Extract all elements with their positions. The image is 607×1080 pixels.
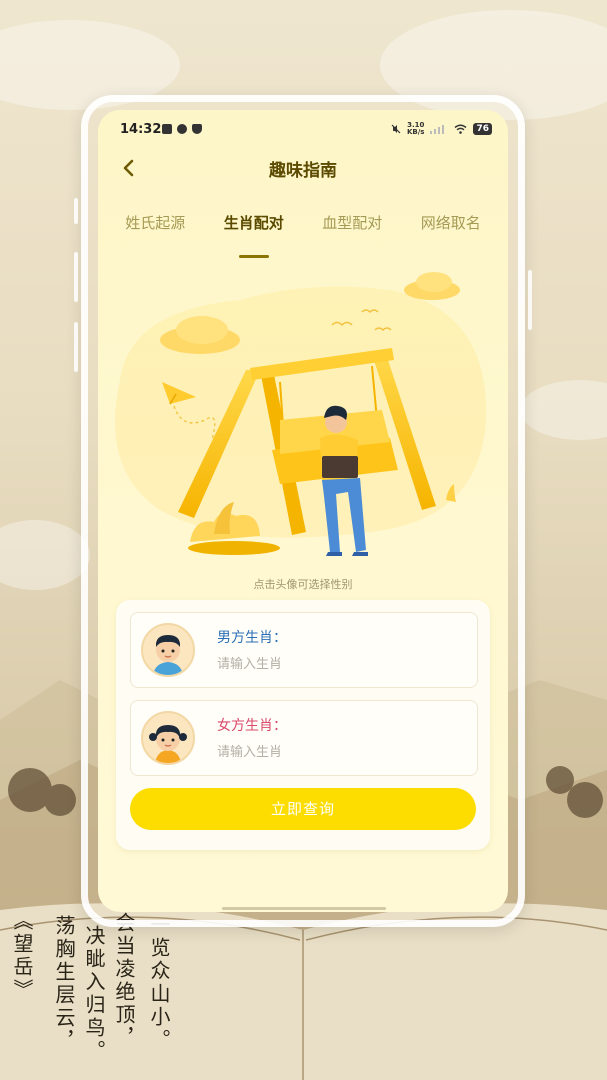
tab-online-naming[interactable]: 网络取名 <box>421 210 481 246</box>
background-poem-line: 一览众山小。 <box>147 914 171 1052</box>
gender-hint-text: 点击头像可选择性别 <box>253 578 353 591</box>
status-right: 3.10 KB/s 76 <box>391 122 492 136</box>
swing-illustration <box>115 272 487 556</box>
page-title: 趣味指南 <box>269 161 337 181</box>
phone-side-button <box>74 322 78 372</box>
phone-side-button <box>74 252 78 302</box>
background-cloud <box>0 520 90 590</box>
tab-blood-type-match[interactable]: 血型配对 <box>322 210 382 246</box>
status-bar: 14:32 3.10 KB/s 76 <box>98 110 508 150</box>
home-indicator <box>222 907 386 910</box>
tab-zodiac-match[interactable]: 生肖配对 <box>224 210 284 246</box>
shield-icon <box>192 124 202 134</box>
network-speed: 3.10 KB/s <box>407 122 424 136</box>
status-time: 14:32 <box>120 122 162 137</box>
female-zodiac-label: 女方生肖： <box>217 718 287 734</box>
male-zodiac-label: 男方生肖： <box>217 630 287 646</box>
background-poem-line: 决眦入归鸟。 <box>82 925 106 1063</box>
battery-icon: 76 <box>473 123 492 135</box>
male-zodiac-field: 男方生肖： <box>130 612 478 688</box>
phone-side-button <box>74 198 78 224</box>
male-avatar[interactable] <box>141 623 195 677</box>
zodiac-form-card: 男方生肖： 女方生肖： 立即查询 <box>116 600 490 850</box>
female-zodiac-input[interactable] <box>215 741 459 763</box>
tab-bar: 姓氏起源 生肖配对 血型配对 网络取名 <box>98 210 508 246</box>
background-cloud <box>520 380 607 440</box>
app-header: 趣味指南 <box>98 146 508 190</box>
network-speed-unit: KB/s <box>406 128 425 136</box>
female-zodiac-field: 女方生肖： <box>130 700 478 776</box>
girl-avatar-icon <box>149 725 187 763</box>
background-poem-title: 《望岳》 <box>10 910 34 1002</box>
app-screen: 14:32 3.10 KB/s 76 趣味指南 姓氏起源 生肖配对 血型配对 网… <box>98 110 508 912</box>
boy-avatar-icon <box>153 635 183 675</box>
phone-side-button <box>528 270 532 330</box>
query-button[interactable]: 立即查询 <box>130 788 476 830</box>
female-avatar[interactable] <box>141 711 195 765</box>
message-icon <box>162 124 172 134</box>
background-poem-line: 荡胸生层云， <box>52 915 76 1053</box>
tab-surname-origin[interactable]: 姓氏起源 <box>125 210 185 246</box>
background-poem-line: 会当凌绝顶， <box>112 912 136 1050</box>
signal-icon <box>430 125 445 134</box>
wifi-icon <box>454 124 467 134</box>
settings-icon <box>177 124 187 134</box>
notification-icons <box>162 124 202 134</box>
male-zodiac-input[interactable] <box>215 653 459 675</box>
mute-icon <box>391 124 401 134</box>
